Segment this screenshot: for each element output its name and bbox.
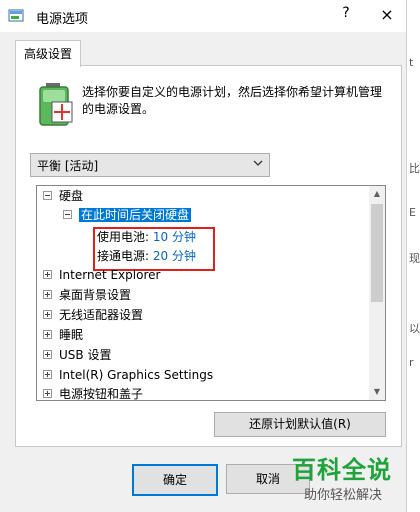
collapse-icon[interactable] — [43, 191, 52, 200]
background-text: r — [409, 356, 414, 369]
tree-item-label: Intel(R) Graphics Settings — [59, 368, 214, 382]
scrollbar-thumb[interactable] — [371, 204, 383, 302]
tree-scrollbar[interactable]: ▲ ▼ — [369, 186, 385, 400]
expand-icon[interactable] — [43, 270, 52, 279]
tree-item-label: 睡眠 — [59, 328, 84, 342]
tree-item[interactable]: USB 设置 — [43, 346, 111, 365]
scroll-down-icon[interactable]: ▼ — [369, 384, 385, 400]
expand-icon[interactable] — [43, 310, 52, 319]
background-text: t — [409, 56, 414, 69]
tree-item-label: USB 设置 — [59, 348, 112, 362]
tree-item[interactable]: Intel(R) Graphics Settings — [43, 366, 213, 385]
title-bar: 电源选项 ? × — [0, 0, 406, 32]
ok-button[interactable]: 确定 — [132, 464, 218, 496]
battery-plan-icon — [39, 83, 73, 126]
power-plan-value: 平衡 [活动] — [37, 159, 99, 173]
close-button[interactable]: × — [376, 4, 398, 26]
tree-item[interactable]: 电源按钮和盖子 — [43, 385, 144, 401]
tab-advanced-settings[interactable]: 高级设置 — [15, 40, 81, 67]
power-options-dialog: 电源选项 ? × 高级设置 选择你要自定义的电源计划，然后选择你希望计算机管理的… — [0, 0, 407, 512]
tree-item[interactable]: Internet Explorer — [43, 266, 160, 285]
watermark-title: 百科全说 — [292, 456, 392, 484]
tree-item[interactable]: 桌面背景设置 — [43, 286, 131, 305]
help-button[interactable]: ? — [336, 5, 356, 25]
background-text: E — [409, 206, 416, 219]
tree-item[interactable]: 睡眠 — [43, 326, 83, 345]
collapse-icon[interactable] — [63, 210, 72, 219]
expand-icon[interactable] — [43, 330, 52, 339]
watermark: 百科全说 助你轻松解决 — [292, 450, 408, 506]
tree-item-label: 电源按钮和盖子 — [59, 387, 144, 401]
highlight-box — [93, 227, 215, 271]
expand-icon[interactable] — [43, 350, 52, 359]
restore-defaults-button[interactable]: 还原计划默认值(R) — [214, 412, 386, 437]
expand-icon[interactable] — [43, 290, 52, 299]
tree-item[interactable]: 无线适配器设置 — [43, 306, 143, 325]
tree-item-hard-disk[interactable]: 硬盘 — [43, 187, 83, 206]
tree-item-turn-off-hard-disk[interactable]: 在此时间后关闭硬盘 — [63, 206, 192, 225]
background-text: 比 — [409, 162, 420, 175]
window-title: 电源选项 — [36, 12, 89, 27]
tree-item-label: 桌面背景设置 — [59, 288, 132, 302]
scroll-up-icon[interactable]: ▲ — [369, 186, 385, 202]
tree-item-label: 无线适配器设置 — [59, 308, 144, 322]
power-options-icon — [8, 9, 24, 22]
tree-item-label: 硬盘 — [59, 189, 84, 203]
expand-icon[interactable] — [43, 389, 52, 398]
background-window-edge: t 比 E 现 以 r — [408, 0, 420, 512]
background-text: 以 — [409, 322, 420, 335]
tree-item-label: 在此时间后关闭硬盘 — [79, 208, 192, 222]
expand-icon[interactable] — [43, 370, 52, 379]
plan-description: 选择你要自定义的电源计划，然后选择你希望计算机管理的电源设置。 — [82, 85, 383, 116]
power-settings-tree[interactable]: 硬盘 在此时间后关闭硬盘 使用电池: 10 分钟 接通电源: 20 分钟 Int… — [36, 185, 386, 401]
background-text: 现 — [409, 252, 420, 265]
chevron-down-icon — [253, 160, 263, 166]
watermark-subtitle: 助你轻松解决 — [304, 488, 383, 503]
tree-item-label: Internet Explorer — [59, 268, 161, 282]
power-plan-dropdown[interactable]: 平衡 [活动] — [30, 153, 270, 177]
